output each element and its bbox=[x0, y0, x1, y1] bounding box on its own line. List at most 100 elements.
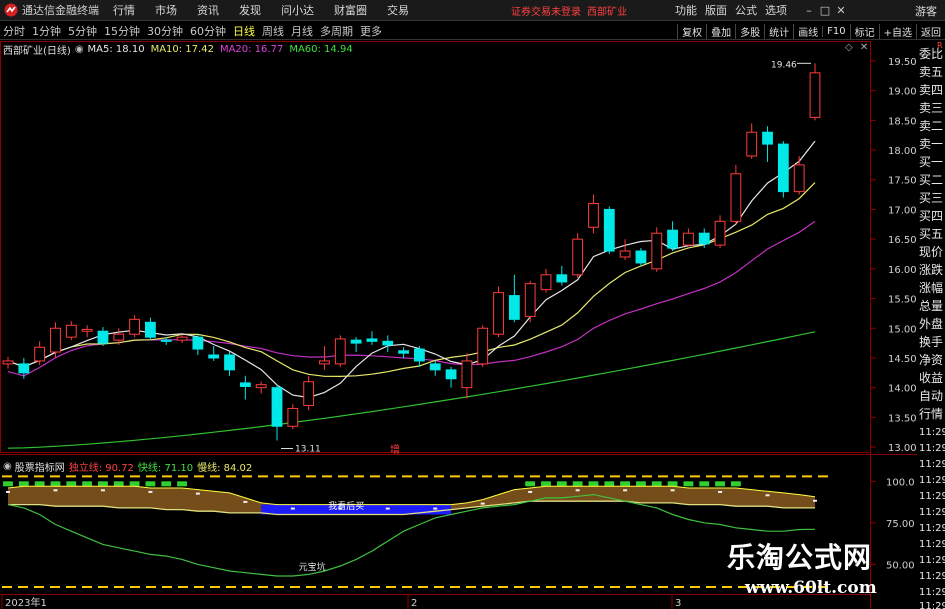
period-toolbar: 分时 1分钟 5分钟 15分钟 30分钟 60分钟 日线 周线 月线 多周期 更… bbox=[0, 22, 945, 40]
candlesticks bbox=[2, 63, 821, 441]
candle-body-up bbox=[65, 324, 77, 338]
statistics-button[interactable]: 统计 bbox=[764, 23, 793, 39]
side-item-s3: 卖三 bbox=[919, 101, 944, 115]
login-status[interactable]: 证券交易未登录 bbox=[511, 3, 581, 18]
strong-bar bbox=[636, 481, 646, 487]
side-item-auto[interactable]: 自动 bbox=[919, 389, 943, 404]
band-marker bbox=[195, 492, 200, 495]
candle-body-down bbox=[429, 363, 441, 371]
period-intraday[interactable]: 分时 bbox=[3, 23, 25, 39]
menu-wealth[interactable]: 财富圈 bbox=[334, 2, 367, 18]
overlay-button[interactable]: 叠加 bbox=[706, 23, 735, 39]
strong-bar bbox=[667, 481, 678, 487]
back-button[interactable]: 返回 bbox=[916, 23, 945, 39]
strong-bar bbox=[161, 481, 172, 487]
candle-body-down bbox=[777, 143, 789, 193]
chart-tool-buttons: 复权 叠加 多股 统计 画线 F10 标记 +自选 返回 bbox=[677, 22, 945, 40]
strong-bar bbox=[98, 481, 108, 487]
menu-ask[interactable]: 问小达 bbox=[281, 2, 314, 18]
side-item-wb: 委比 bbox=[919, 47, 944, 61]
band-marker bbox=[765, 494, 770, 497]
candle-body-down bbox=[145, 321, 156, 338]
app-title: 通达信金融终端 bbox=[22, 4, 99, 17]
strong-bar bbox=[715, 481, 725, 487]
price-axis: 19.50 19.00 18.50 18.00 17.50 17.00 16.50 16.00… bbox=[870, 57, 917, 454]
period-30min[interactable]: 30分钟 bbox=[147, 23, 183, 39]
minimize-icon[interactable]: – bbox=[801, 4, 817, 17]
strong-bar bbox=[113, 481, 124, 487]
menu-function[interactable]: 功能 bbox=[675, 2, 697, 18]
candle-body-up bbox=[714, 220, 726, 246]
band-marker bbox=[100, 489, 105, 492]
side-time: 11:29 bbox=[919, 539, 945, 550]
band-marker bbox=[433, 507, 438, 510]
candle-body-up bbox=[113, 333, 125, 341]
strong-bar bbox=[572, 481, 583, 487]
side-item-net: 净资 bbox=[919, 353, 944, 367]
guest-label[interactable]: 游客 bbox=[915, 3, 937, 19]
period-monthly[interactable]: 月线 bbox=[291, 23, 313, 39]
strong-bar bbox=[588, 481, 599, 487]
band-marker bbox=[385, 507, 390, 510]
period-more[interactable]: 更多 bbox=[360, 23, 382, 39]
side-time: 11:29 bbox=[919, 571, 945, 582]
candle-body-down bbox=[667, 229, 678, 249]
side-item-quote[interactable]: 行情 bbox=[919, 407, 943, 422]
candle-body-up bbox=[287, 407, 299, 427]
candle-body-down bbox=[398, 350, 409, 354]
period-multi[interactable]: 多周期 bbox=[320, 23, 353, 39]
multi-stock-button[interactable]: 多股 bbox=[735, 23, 764, 39]
settings-circle-icon[interactable]: ◉ bbox=[3, 461, 12, 472]
candle-body-down bbox=[698, 232, 710, 245]
menu-layout[interactable]: 版面 bbox=[705, 2, 727, 18]
maximize-icon[interactable]: □ bbox=[817, 4, 833, 17]
time-tick-label: 3 bbox=[675, 598, 681, 609]
menu-options[interactable]: 选项 bbox=[765, 2, 787, 18]
menu-discover[interactable]: 发现 bbox=[239, 2, 261, 18]
candle-body-down bbox=[508, 295, 520, 320]
candle-body-up bbox=[2, 360, 14, 365]
candle-body-down bbox=[635, 250, 647, 264]
period-daily[interactable]: 日线 bbox=[233, 23, 255, 39]
menu-news[interactable]: 资讯 bbox=[197, 2, 219, 18]
period-60min[interactable]: 60分钟 bbox=[190, 23, 226, 39]
app-logo-icon bbox=[4, 3, 18, 17]
price-tick-label: 15.00 bbox=[888, 324, 917, 335]
side-item-b5: 买五 bbox=[919, 227, 944, 241]
restore-rights-button[interactable]: 复权 bbox=[677, 23, 706, 39]
draw-line-button[interactable]: 画线 bbox=[793, 23, 822, 39]
mark-button[interactable]: 标记 bbox=[849, 23, 879, 39]
strong-bar bbox=[145, 481, 156, 487]
menu-formula[interactable]: 公式 bbox=[735, 2, 757, 18]
menu-market-quotes[interactable]: 行情 bbox=[113, 2, 135, 18]
band-marker bbox=[718, 490, 723, 493]
candle-body-up bbox=[730, 173, 742, 222]
candle-body-down bbox=[556, 274, 568, 283]
period-1min[interactable]: 1分钟 bbox=[32, 23, 61, 39]
candle-body-up bbox=[540, 274, 552, 291]
close-icon[interactable]: ✕ bbox=[833, 4, 849, 17]
f10-button[interactable]: F10 bbox=[822, 25, 849, 37]
menu-market[interactable]: 市场 bbox=[155, 2, 177, 18]
side-item-volume: 总量 bbox=[919, 299, 944, 313]
strong-bar bbox=[683, 481, 694, 487]
strong-bar bbox=[18, 481, 29, 487]
period-5min[interactable]: 5分钟 bbox=[68, 23, 97, 39]
main-menu: 行情 市场 资讯 发现 问小达 财富圈 交易 bbox=[113, 2, 429, 18]
ma60-line bbox=[7, 331, 816, 449]
time-tick-label: 2023年1 bbox=[5, 596, 47, 609]
increase-tag: 增 bbox=[390, 443, 400, 456]
side-time: 11:29 bbox=[919, 601, 945, 609]
candle-body-up bbox=[793, 164, 805, 193]
add-watchlist-button[interactable]: +自选 bbox=[878, 23, 916, 39]
side-time: 11:29 bbox=[919, 507, 945, 518]
period-15min[interactable]: 15分钟 bbox=[104, 23, 140, 39]
period-weekly[interactable]: 周线 bbox=[262, 23, 284, 39]
buy-label: 我看后买 bbox=[328, 500, 364, 512]
side-time: 11:29 bbox=[919, 587, 945, 598]
menu-trade[interactable]: 交易 bbox=[387, 2, 409, 18]
price-tick-label: 13.50 bbox=[888, 413, 917, 424]
chart-area[interactable]: 19.50 19.00 18.50 18.00 17.50 17.00 16.50 16.00… bbox=[0, 41, 917, 609]
side-time: 11:29 bbox=[919, 443, 945, 454]
price-tick-label: 16.50 bbox=[888, 235, 917, 246]
